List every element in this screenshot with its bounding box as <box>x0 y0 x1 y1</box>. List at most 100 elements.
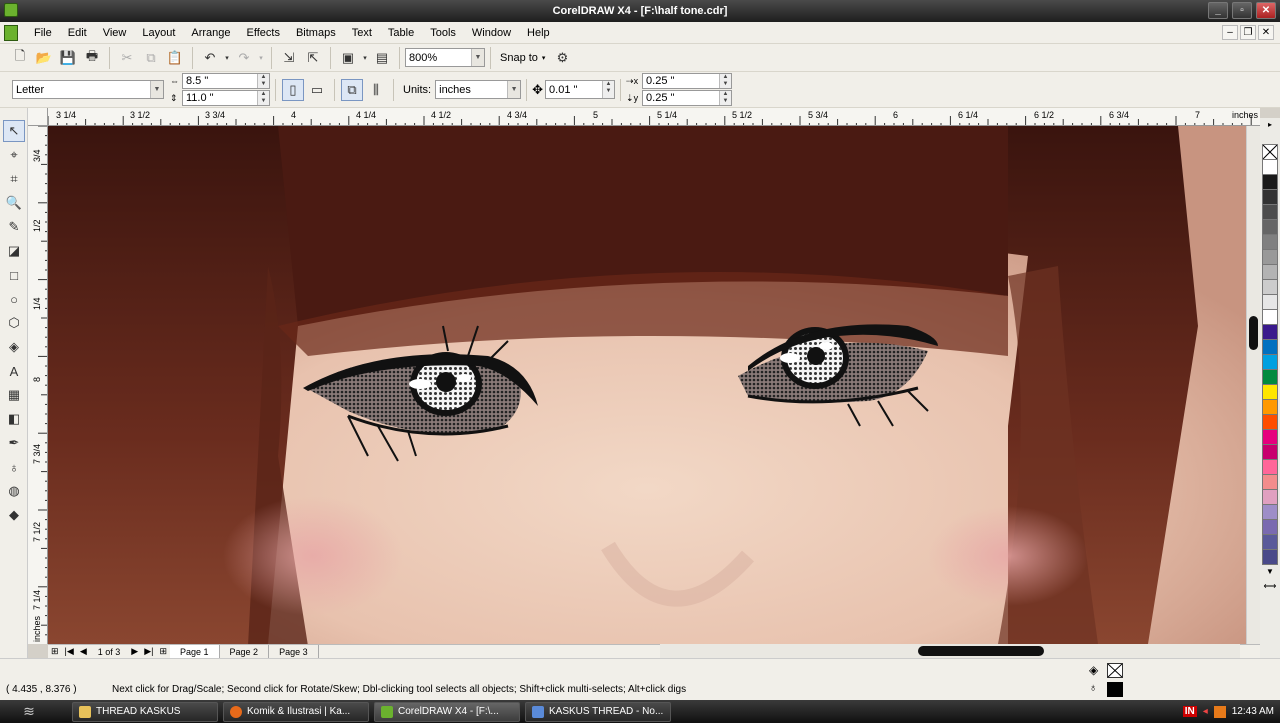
menu-arrange[interactable]: Arrange <box>183 27 238 39</box>
landscape-icon[interactable]: ▭ <box>306 79 328 101</box>
color-swatch[interactable] <box>1262 265 1278 280</box>
portrait-icon[interactable]: ▯ <box>282 78 304 101</box>
redo-icon[interactable]: ↷ <box>233 47 255 69</box>
color-swatch[interactable] <box>1262 310 1278 325</box>
polygon-tool-icon[interactable]: ⬡ <box>3 312 25 334</box>
welcome-screen-icon[interactable]: ▤ <box>371 47 393 69</box>
palette-flyout-icon[interactable]: ⟷ <box>1262 581 1278 593</box>
document-icon[interactable] <box>4 24 18 41</box>
add-page-icon[interactable]: ⊞ <box>48 646 62 657</box>
spin-arrows-icon[interactable]: ▲ ▼ <box>602 81 615 98</box>
menu-effects[interactable]: Effects <box>239 27 288 39</box>
new-document-icon[interactable]: 🗋 <box>9 47 31 69</box>
ellipse-tool-icon[interactable]: ○ <box>3 288 25 310</box>
page-tab-3[interactable]: Page 3 <box>269 645 319 658</box>
paste-icon[interactable]: 📋 <box>164 47 186 69</box>
launcher-dropdown-icon[interactable]: ▾ <box>361 47 369 69</box>
ruler-origin[interactable] <box>28 108 48 126</box>
horizontal-scrollbar[interactable] <box>660 644 1240 658</box>
tray-arrow-icon[interactable]: ◂ <box>1203 706 1208 717</box>
interactive-fill-icon[interactable]: ◆ <box>3 504 25 526</box>
outline-color-black[interactable] <box>1107 682 1123 697</box>
print-icon[interactable]: 🖶 <box>81 47 103 69</box>
horizontal-ruler[interactable]: 3 1/4 3 1/2 3 3/4 4 4 1/4 4 1/2 4 3/4 5 … <box>48 108 1260 126</box>
menu-view[interactable]: View <box>95 27 135 39</box>
task-coreldraw[interactable]: CorelDRAW X4 - [F:\... <box>374 701 520 722</box>
palette-scroll-down-icon[interactable]: ▼ <box>1262 567 1278 579</box>
color-swatch[interactable] <box>1262 385 1278 400</box>
chevron-down-icon[interactable]: ▼ <box>471 49 484 66</box>
text-tool-icon[interactable]: A <box>3 360 25 382</box>
open-folder-icon[interactable]: 📂 <box>33 47 55 69</box>
duplicate-x-field[interactable]: 0.25 " ▲ ▼ <box>642 73 733 89</box>
color-swatch[interactable] <box>1262 400 1278 415</box>
color-swatch[interactable] <box>1262 460 1278 475</box>
snap-to-dropdown-icon[interactable]: ▾ <box>542 54 546 62</box>
application-launcher-icon[interactable]: ▣ <box>337 47 359 69</box>
color-swatch[interactable] <box>1262 520 1278 535</box>
color-swatch[interactable] <box>1262 415 1278 430</box>
menu-layout[interactable]: Layout <box>134 27 183 39</box>
menu-bitmaps[interactable]: Bitmaps <box>288 27 344 39</box>
color-swatch[interactable] <box>1262 370 1278 385</box>
minimize-button[interactable]: _ <box>1208 2 1228 19</box>
color-swatch[interactable] <box>1262 205 1278 220</box>
vertical-ruler[interactable]: 3/4 1/2 1/4 8 7 3/4 7 1/2 7 1/4 inches <box>28 126 48 644</box>
interactive-blend-icon[interactable]: ◧ <box>3 408 25 430</box>
start-button[interactable]: ≋ <box>0 700 58 723</box>
chevron-down-icon[interactable]: ▼ <box>507 81 521 98</box>
spin-arrows-icon[interactable]: ▲ ▼ <box>719 74 732 88</box>
basic-shapes-icon[interactable]: ◈ <box>3 336 25 358</box>
pick-tool-icon[interactable]: ↖ <box>3 120 25 142</box>
undo-icon[interactable]: ↶ <box>199 47 221 69</box>
color-swatch[interactable] <box>1262 445 1278 460</box>
first-page-icon[interactable]: |◀ <box>62 646 77 657</box>
menu-file[interactable]: File <box>26 27 60 39</box>
current-page-icon[interactable]: ⫼ <box>365 79 387 101</box>
menu-edit[interactable]: Edit <box>60 27 95 39</box>
coreldraw-app-icon[interactable] <box>4 3 18 17</box>
close-button[interactable]: ✕ <box>1256 2 1276 19</box>
horizontal-scroll-thumb[interactable] <box>918 646 1044 656</box>
shape-tool-icon[interactable]: ⌖ <box>3 144 25 166</box>
menu-table[interactable]: Table <box>380 27 422 39</box>
page-tab-2[interactable]: Page 2 <box>220 645 270 658</box>
cut-icon[interactable]: ✂ <box>116 47 138 69</box>
color-swatch[interactable] <box>1262 430 1278 445</box>
previous-page-icon[interactable]: ◀ <box>77 646 90 657</box>
zoom-level-combo[interactable]: 800% ▼ <box>405 48 485 67</box>
drawing-canvas[interactable] <box>48 126 1246 644</box>
tray-app-icon[interactable] <box>1213 705 1226 718</box>
fill-bucket-icon[interactable]: ◈ <box>1089 663 1103 677</box>
crop-tool-icon[interactable]: ⌗ <box>3 168 25 190</box>
doc-minimize-button[interactable]: – <box>1222 25 1238 40</box>
color-swatch[interactable] <box>1262 235 1278 250</box>
next-page-icon[interactable]: ▶ <box>128 646 141 657</box>
table-tool-icon[interactable]: ▦ <box>3 384 25 406</box>
palette-scroll-up-icon[interactable]: ▸ <box>1262 120 1278 130</box>
color-swatch[interactable] <box>1262 280 1278 295</box>
color-swatch[interactable] <box>1262 325 1278 340</box>
zoom-tool-icon[interactable]: 🔍 <box>3 192 25 214</box>
rectangle-tool-icon[interactable]: □ <box>3 264 25 286</box>
color-swatch[interactable] <box>1262 340 1278 355</box>
task-firefox[interactable]: Komik & Ilustrasi | Ka... <box>223 701 369 722</box>
units-combo[interactable]: inches ▼ <box>435 80 522 99</box>
add-page-end-icon[interactable]: ⊞ <box>156 646 170 657</box>
color-swatch[interactable] <box>1262 160 1278 175</box>
export-icon[interactable]: ⇱ <box>302 47 324 69</box>
maximize-button[interactable]: ▫ <box>1232 2 1252 19</box>
vertical-scrollbar[interactable] <box>1246 126 1260 644</box>
color-swatch[interactable] <box>1262 550 1278 565</box>
all-pages-icon[interactable]: ⧉ <box>341 78 363 101</box>
import-icon[interactable]: ⇲ <box>278 47 300 69</box>
color-swatch[interactable] <box>1262 475 1278 490</box>
no-fill-swatch[interactable] <box>1262 144 1278 160</box>
nudge-distance-field[interactable]: 0.01 " ▲ ▼ <box>545 80 616 99</box>
last-page-icon[interactable]: ▶| <box>141 646 156 657</box>
page-width-field[interactable]: 8.5 " ▲ ▼ <box>182 73 270 89</box>
menu-window[interactable]: Window <box>464 27 519 39</box>
color-swatch[interactable] <box>1262 355 1278 370</box>
task-kaskus-notepad[interactable]: KASKUS THREAD - No... <box>525 701 671 722</box>
clock[interactable]: 12:43 AM <box>1232 706 1274 717</box>
